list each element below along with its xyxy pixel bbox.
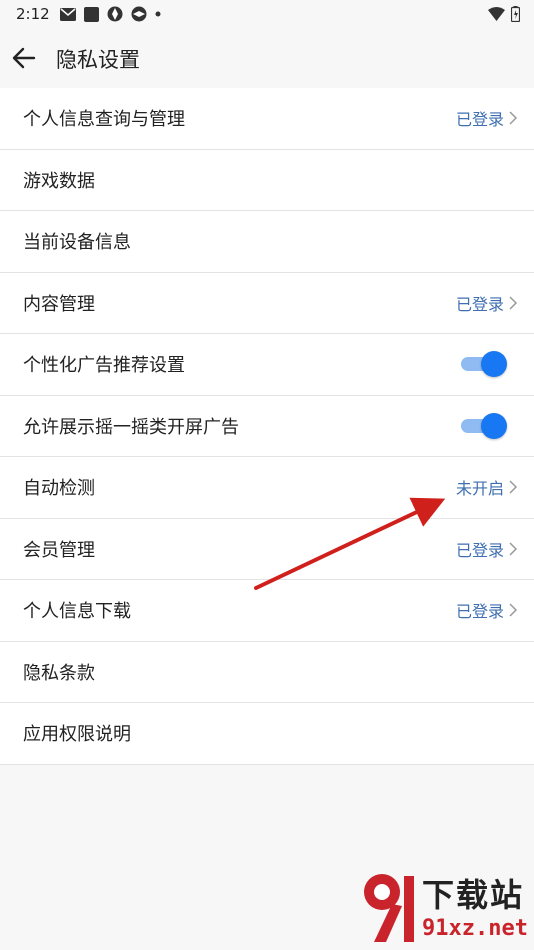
notification-icons [60,6,161,22]
row-shake-splash-ads: 允许展示摇一摇类开屏广告 [0,396,534,457]
system-icons [488,6,520,22]
mail-icon [60,7,76,21]
row-status: 已登录 [455,294,504,314]
personalized-ads-toggle[interactable] [461,351,507,378]
row-auto-detect[interactable]: 自动检测 未开启 [0,457,534,519]
shake-splash-ads-toggle[interactable] [461,412,507,439]
dot-icon [155,11,161,17]
chevron-right-icon [509,480,518,494]
row-member-management[interactable]: 会员管理 已登录 [0,519,534,580]
chevron-right-icon [509,111,518,125]
settings-list: 个人信息查询与管理 已登录 游戏数据 当前设备信息 内容管理 已登录 个性化广告… [0,88,534,765]
watermark-91-icon [364,874,414,942]
row-label: 个人信息下载 [23,601,131,623]
row-label: 个人信息查询与管理 [23,109,185,131]
back-arrow-icon [12,47,36,69]
aperture-icon-2 [131,6,147,22]
app-square-icon [84,6,99,22]
status-bar: 2:12 [0,0,534,28]
row-personal-info-download[interactable]: 个人信息下载 已登录 [0,580,534,642]
row-game-data[interactable]: 游戏数据 [0,150,534,211]
row-label: 游戏数据 [23,170,95,192]
watermark-text: 下载站 [422,876,525,914]
row-personal-info-management[interactable]: 个人信息查询与管理 已登录 [0,88,534,150]
row-device-info[interactable]: 当前设备信息 [0,211,534,273]
watermark-domain: 91xz.net [422,916,528,941]
row-status: 已登录 [455,540,504,560]
row-label: 允许展示摇一摇类开屏广告 [23,416,239,438]
row-label: 会员管理 [23,539,95,561]
status-time: 2:12 [16,5,50,23]
chevron-right-icon [509,542,518,556]
app-bar: 隐私设置 [0,28,534,88]
aperture-icon [107,6,123,22]
toggle-thumb [481,412,507,439]
row-personalized-ads: 个性化广告推荐设置 [0,334,534,396]
watermark-logo: 下载站 91xz.net [360,868,530,948]
row-content-management[interactable]: 内容管理 已登录 [0,273,534,334]
row-status: 未开启 [455,479,504,499]
row-status: 已登录 [455,602,504,622]
back-button[interactable] [10,44,38,72]
wifi-icon [488,7,505,21]
row-label: 应用权限说明 [23,724,131,746]
page-title: 隐私设置 [56,48,140,72]
row-label: 自动检测 [23,478,95,500]
row-label: 个性化广告推荐设置 [23,355,185,377]
row-status: 已登录 [455,110,504,130]
row-label: 隐私条款 [23,662,95,684]
row-app-permissions[interactable]: 应用权限说明 [0,703,534,765]
battery-icon [511,6,520,22]
toggle-thumb [481,351,507,378]
chevron-right-icon [509,296,518,310]
row-privacy-terms[interactable]: 隐私条款 [0,642,534,703]
chevron-right-icon [509,603,518,617]
row-label: 内容管理 [23,293,95,315]
row-label: 当前设备信息 [23,232,131,254]
